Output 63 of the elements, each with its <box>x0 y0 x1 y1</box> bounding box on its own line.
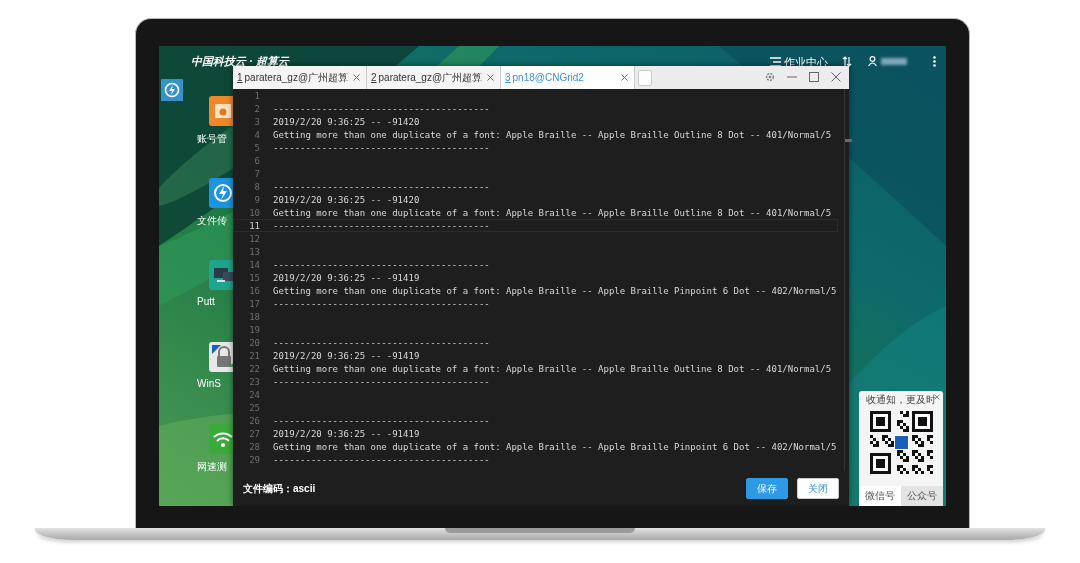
code-line: Getting more than one duplicate of a font: Apple Braille -- Apple Braille Outline 8 Dot -- 401/Normal/5 <box>273 129 832 140</box>
line-number: 28 <box>248 441 260 452</box>
code-line: 2019/2/20 9:36:25 -- -91419 <box>273 350 420 361</box>
code-line: Getting more than one duplicate of a font: Apple Braille -- Apple Braille Outline 8 Dot -- 401/Normal/5 <box>273 363 832 374</box>
line-number: 1 <box>253 90 260 101</box>
line-number: 29 <box>248 454 260 465</box>
code-line: ---------------------------------------- <box>273 103 490 114</box>
code-line: ---------------------------------------- <box>273 181 490 192</box>
line-number: 19 <box>248 324 260 335</box>
line-number: 12 <box>248 233 260 244</box>
line-number: 8 <box>253 181 260 192</box>
code-line: 2019/2/20 9:36:25 -- -91420 <box>273 116 420 127</box>
code-line: ---------------------------------------- <box>273 415 490 426</box>
line-number: 21 <box>248 350 260 361</box>
close-button[interactable]: 关闭 <box>797 478 839 499</box>
line-number: 15 <box>248 272 260 283</box>
code-line: ---------------------------------------- <box>273 259 490 270</box>
line-number: 25 <box>248 402 260 413</box>
line-number: 5 <box>253 142 260 153</box>
line-number: 7 <box>253 168 260 179</box>
line-number: 23 <box>248 376 260 387</box>
line-number: 9 <box>253 194 260 205</box>
line-number: 26 <box>248 415 260 426</box>
line-number: 16 <box>248 285 260 296</box>
line-number: 3 <box>253 116 260 127</box>
line-number: 27 <box>248 428 260 439</box>
code-line: 2019/2/20 9:36:25 -- -91419 <box>273 428 420 439</box>
code-line: 2019/2/20 9:36:25 -- -91420 <box>273 194 420 205</box>
line-number: 11 <box>248 220 260 231</box>
line-number: 17 <box>248 298 260 309</box>
code-line: Getting more than one duplicate of a font: Apple Braille -- Apple Braille Outline 8 Dot -- 401/Normal/5 <box>273 207 832 218</box>
line-number: 24 <box>248 389 260 400</box>
code-line: ---------------------------------------- <box>273 220 490 231</box>
line-number: 10 <box>248 207 260 218</box>
save-button[interactable]: 保存 <box>746 478 788 499</box>
line-number: 20 <box>248 337 260 348</box>
line-number: 13 <box>248 246 260 257</box>
popup-tab[interactable]: 公众号 <box>901 486 943 506</box>
code-line: ---------------------------------------- <box>273 298 490 309</box>
code-line: ---------------------------------------- <box>273 376 490 387</box>
desktop-icon-label[interactable]: 账号管 <box>197 132 227 146</box>
editor-tab[interactable]: 2 paratera_gz@广州超算 <box>367 66 501 89</box>
code-line: 2019/2/20 9:36:25 -- -91419 <box>273 272 420 283</box>
code-line: ---------------------------------------- <box>273 142 490 153</box>
desktop-icon-label[interactable]: 网速测 <box>197 460 227 474</box>
line-number: 14 <box>248 259 260 270</box>
editor-tab[interactable]: 1 paratera_gz@广州超算 <box>233 66 367 89</box>
code-line: ---------------------------------------- <box>273 337 490 348</box>
line-number: 2 <box>253 103 260 114</box>
code-line: ---------------------------------------- <box>273 454 490 465</box>
code-line: Getting more than one duplicate of a font: Apple Braille -- Apple Braille Pinpoint 6 Dot -- 402/Normal/5 <box>273 285 837 296</box>
line-number: 18 <box>248 311 260 322</box>
file-encoding-label: 文件编码：ascii <box>243 481 316 496</box>
popup-tab[interactable]: 微信号 <box>859 486 901 506</box>
line-number: 4 <box>253 129 260 140</box>
line-number: 22 <box>248 363 260 374</box>
editor-tab[interactable]: 3 pn18@CNGrid2 <box>501 66 635 89</box>
code-line: Getting more than one duplicate of a font: Apple Braille -- Apple Braille Pinpoint 6 Dot -- 402/Normal/5 <box>273 441 837 452</box>
desktop-icon-label[interactable]: Putt <box>197 296 215 307</box>
desktop-icon-label[interactable]: WinS <box>197 378 221 389</box>
popup-title: 收通知，更及时 <box>866 393 936 407</box>
desktop-icon-label[interactable]: 文件传 <box>197 214 227 228</box>
line-number: 6 <box>253 155 260 166</box>
